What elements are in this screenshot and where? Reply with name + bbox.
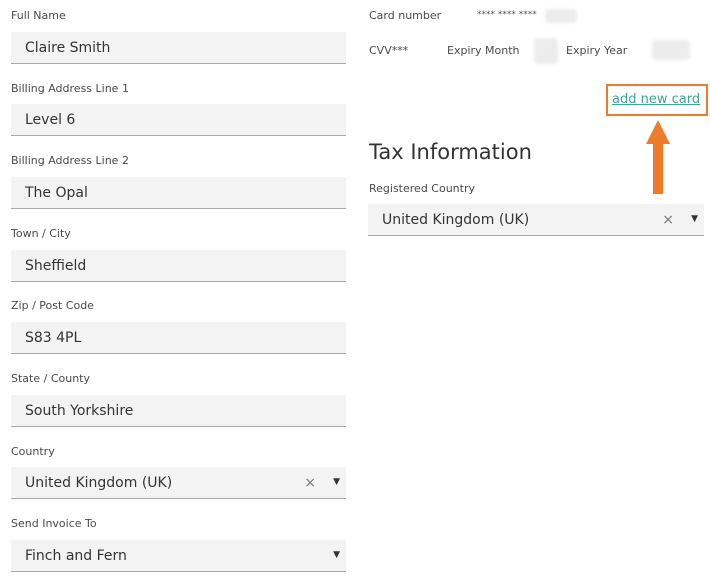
chevron-down-icon[interactable]: ▼ bbox=[333, 477, 340, 487]
chevron-down-icon[interactable]: ▼ bbox=[691, 214, 698, 224]
invoice-to-label: Send Invoice To bbox=[11, 517, 97, 530]
add-new-card-link[interactable]: add new card bbox=[612, 92, 700, 107]
country-label: Country bbox=[11, 445, 55, 458]
tax-information-title: Tax Information bbox=[369, 140, 532, 164]
full-name-input[interactable]: Claire Smith bbox=[11, 32, 346, 64]
clear-icon[interactable]: × bbox=[662, 212, 674, 228]
expiry-month-label: Expiry Month bbox=[447, 44, 520, 57]
address-line2-label: Billing Address Line 2 bbox=[11, 154, 129, 167]
expiry-year-redacted[interactable] bbox=[652, 40, 690, 60]
country-select[interactable]: United Kingdom (UK) × ▼ bbox=[11, 467, 346, 499]
registered-country-select-value: United Kingdom (UK) bbox=[382, 211, 530, 228]
address-line1-input[interactable]: Level 6 bbox=[11, 104, 346, 136]
clear-icon[interactable]: × bbox=[304, 475, 316, 491]
chevron-down-icon[interactable]: ▼ bbox=[333, 550, 340, 560]
card-number-label: Card number bbox=[369, 9, 442, 22]
address-line1-label: Billing Address Line 1 bbox=[11, 82, 129, 95]
state-label: State / County bbox=[11, 372, 90, 385]
cvv-label: CVV*** bbox=[369, 44, 409, 57]
expiry-month-redacted[interactable] bbox=[534, 38, 558, 64]
card-number-redacted bbox=[545, 9, 577, 23]
invoice-to-select[interactable]: Finch and Fern ▼ bbox=[11, 540, 346, 572]
country-select-value: United Kingdom (UK) bbox=[25, 474, 173, 491]
registered-country-select[interactable]: United Kingdom (UK) × ▼ bbox=[368, 204, 704, 236]
full-name-label: Full Name bbox=[11, 9, 66, 22]
registered-country-label: Registered Country bbox=[369, 182, 475, 195]
address-line2-input[interactable]: The Opal bbox=[11, 177, 346, 209]
expiry-year-label: Expiry Year bbox=[566, 44, 628, 57]
town-label: Town / City bbox=[11, 227, 71, 240]
zip-label: Zip / Post Code bbox=[11, 299, 94, 312]
state-input[interactable]: South Yorkshire bbox=[11, 395, 346, 427]
invoice-to-select-value: Finch and Fern bbox=[25, 547, 127, 564]
annotation-arrow-icon bbox=[646, 120, 670, 194]
card-number-mask: **** **** **** bbox=[477, 10, 537, 20]
town-input[interactable]: Sheffield bbox=[11, 250, 346, 282]
zip-input[interactable]: S83 4PL bbox=[11, 322, 346, 354]
